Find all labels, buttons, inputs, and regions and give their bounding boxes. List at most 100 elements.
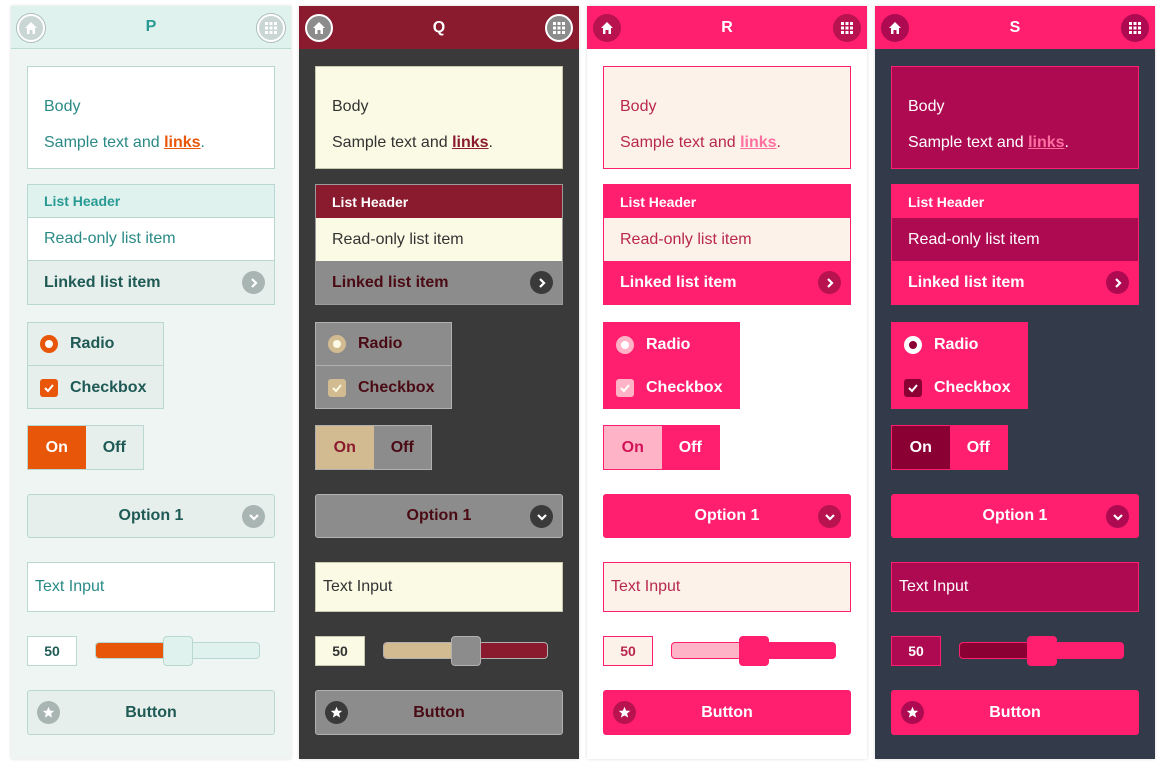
list-item-linked[interactable]: Linked list item <box>28 261 274 304</box>
choice-group: Radio Checkbox <box>27 322 164 409</box>
home-button[interactable] <box>881 14 909 42</box>
select-menu[interactable]: Option 1 <box>603 494 851 538</box>
list-item-linked[interactable]: Linked list item <box>604 261 850 304</box>
slider-value-input[interactable]: 50 <box>315 636 365 666</box>
text-input[interactable] <box>315 562 563 612</box>
checkbox-option[interactable]: Checkbox <box>28 366 163 409</box>
checkbox[interactable] <box>616 378 634 397</box>
slider-handle[interactable] <box>738 636 769 666</box>
toggle-off[interactable]: Off <box>373 426 431 469</box>
home-button[interactable] <box>593 14 621 42</box>
chevron-down-icon <box>530 505 553 528</box>
grid-button[interactable] <box>1121 14 1149 42</box>
grid-button[interactable] <box>257 14 285 42</box>
text-input[interactable] <box>27 562 275 612</box>
choice-group: Radio Checkbox <box>315 322 452 409</box>
flip-switch[interactable]: On Off <box>315 425 432 470</box>
list-item-linked[interactable]: Linked list item <box>316 261 562 304</box>
list-item-readonly: Read-only list item <box>892 218 1138 261</box>
checkbox[interactable] <box>328 378 346 397</box>
home-button[interactable] <box>17 14 45 42</box>
list-item-linked-label: Linked list item <box>908 273 1025 291</box>
list-item-linked[interactable]: Linked list item <box>892 261 1138 304</box>
radio-label: Radio <box>646 335 691 353</box>
slider-handle[interactable] <box>1026 636 1057 666</box>
checkbox-option[interactable]: Checkbox <box>892 366 1027 409</box>
body-link[interactable]: links <box>452 134 488 151</box>
list-header: List Header <box>892 185 1138 218</box>
toggle-off[interactable]: Off <box>949 426 1007 469</box>
chevron-down-icon <box>242 505 265 528</box>
toggle-on[interactable]: On <box>892 426 950 469</box>
radio-option[interactable]: Radio <box>604 323 739 366</box>
slider-handle[interactable] <box>450 636 481 666</box>
page-title: S <box>1009 18 1021 36</box>
select-value: Option 1 <box>406 507 472 524</box>
grid-button[interactable] <box>545 14 573 42</box>
check-icon <box>44 383 54 392</box>
list-item-readonly: Read-only list item <box>604 218 850 261</box>
checkbox-option[interactable]: Checkbox <box>604 366 739 409</box>
panel-header: R <box>587 6 867 49</box>
radio-button[interactable] <box>328 335 346 353</box>
panel-header: P <box>11 6 291 49</box>
body-link[interactable]: links <box>164 134 200 151</box>
radio-button[interactable] <box>616 335 634 354</box>
chevron-down-icon <box>818 505 841 528</box>
checkbox-option[interactable]: Checkbox <box>316 366 451 409</box>
action-button[interactable]: Button <box>27 690 275 735</box>
select-menu[interactable]: Option 1 <box>315 494 563 538</box>
body-text-span: Sample text and <box>620 134 741 151</box>
text-input[interactable] <box>603 562 851 612</box>
page-title: R <box>721 18 733 36</box>
home-icon <box>889 22 901 34</box>
flip-switch[interactable]: On Off <box>27 425 144 470</box>
radio-button[interactable] <box>40 335 58 353</box>
action-button[interactable]: Button <box>315 690 563 735</box>
grid-icon <box>1129 22 1141 34</box>
body-link[interactable]: links <box>1028 134 1064 151</box>
checkbox[interactable] <box>904 378 922 397</box>
text-input[interactable] <box>891 562 1139 612</box>
theme-panel-r: R Body Sample text and links. List Heade… <box>587 6 867 759</box>
chevron-down-icon <box>1106 505 1129 528</box>
radio-label: Radio <box>70 335 115 352</box>
slider-value-input[interactable]: 50 <box>603 636 653 666</box>
panel-header: S <box>875 6 1155 49</box>
body-heading: Body <box>332 98 369 115</box>
slider-handle[interactable] <box>162 636 193 666</box>
body-content: Body Sample text and links. <box>315 66 563 169</box>
radio-button[interactable] <box>904 335 922 354</box>
toggle-on[interactable]: On <box>316 426 374 469</box>
home-icon <box>25 22 37 34</box>
grid-button[interactable] <box>833 14 861 42</box>
radio-option[interactable]: Radio <box>892 323 1027 366</box>
select-menu[interactable]: Option 1 <box>891 494 1139 538</box>
body-text-span: Sample text and <box>44 134 165 151</box>
checkbox-label: Checkbox <box>934 378 1011 396</box>
list-item-readonly: Read-only list item <box>28 218 274 261</box>
select-menu[interactable]: Option 1 <box>27 494 275 538</box>
toggle-on[interactable]: On <box>28 426 86 469</box>
radio-option[interactable]: Radio <box>316 323 451 366</box>
slider-value-input[interactable]: 50 <box>27 636 77 666</box>
flip-switch[interactable]: On Off <box>891 425 1008 470</box>
body-text: Sample text and links. <box>620 125 850 161</box>
body-link[interactable]: links <box>740 134 776 151</box>
radio-option[interactable]: Radio <box>28 323 163 366</box>
action-button[interactable]: Button <box>891 690 1139 735</box>
checkbox-label: Checkbox <box>646 378 723 396</box>
body-text-span: Sample text and <box>332 134 453 151</box>
list-header: List Header <box>316 185 562 218</box>
flip-switch[interactable]: On Off <box>603 425 720 470</box>
select-value: Option 1 <box>694 507 760 524</box>
home-button[interactable] <box>305 14 333 42</box>
action-button[interactable]: Button <box>603 690 851 735</box>
slider-value-input[interactable]: 50 <box>891 636 941 666</box>
toggle-off[interactable]: Off <box>661 426 719 469</box>
check-icon <box>908 383 918 392</box>
toggle-off[interactable]: Off <box>85 426 143 469</box>
toggle-on[interactable]: On <box>604 426 662 469</box>
choice-group: Radio Checkbox <box>891 322 1028 409</box>
checkbox[interactable] <box>40 378 58 397</box>
